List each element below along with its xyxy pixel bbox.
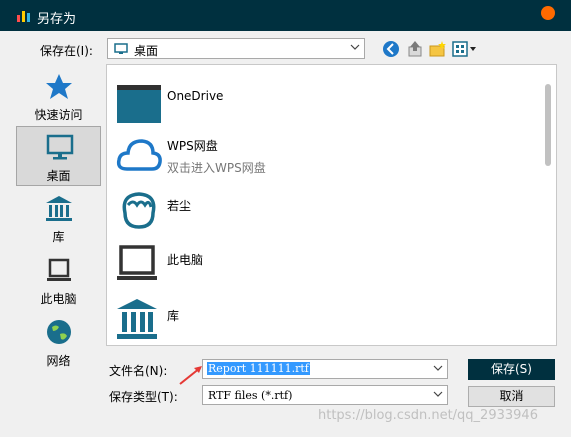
folder-icon (117, 85, 161, 123)
star-icon (46, 74, 72, 99)
cloud-icon (116, 139, 162, 171)
place-label: 网络 (46, 354, 71, 368)
filetype-select[interactable]: RTF files (*.rtf) (202, 385, 448, 405)
cancel-button[interactable]: 取消 (468, 386, 555, 407)
filename-label: 文件名(N): (109, 364, 168, 378)
laptop-icon (47, 258, 71, 281)
place-label: 桌面 (46, 169, 71, 183)
file-list[interactable]: OneDrive WPS网盘 双击进入WPS网盘 若尘 此电脑 库 (106, 64, 557, 346)
monitor-icon (114, 43, 128, 54)
filetype-value: RTF files (*.rtf) (208, 389, 293, 402)
new-folder-icon[interactable] (429, 40, 447, 58)
list-item-library[interactable]: 库 (115, 295, 535, 345)
back-icon[interactable] (382, 40, 400, 58)
place-quick-access[interactable]: 快速访问 (16, 66, 101, 126)
place-network[interactable]: 网络 (16, 312, 101, 372)
watermark-text: https://blog.csdn.net/qq_2933946 (318, 408, 538, 423)
scrollbar-thumb[interactable] (545, 84, 551, 166)
item-subtitle: 双击进入WPS网盘 (167, 161, 266, 175)
place-label: 快速访问 (34, 108, 83, 122)
library-icon (46, 196, 72, 221)
item-name: 库 (167, 309, 180, 323)
filename-input[interactable]: Report 111111.rtf (202, 359, 448, 379)
app-icon (17, 11, 30, 22)
up-folder-icon[interactable] (406, 40, 424, 58)
chevron-down-icon (350, 44, 360, 50)
item-name: WPS网盘 (167, 139, 218, 153)
places-bar: 快速访问 桌面 库 此电脑 网络 (15, 64, 102, 374)
lookin-label: 保存在(I): (40, 44, 93, 58)
list-item-this-pc[interactable]: 此电脑 (115, 239, 535, 289)
file-list-scrollbar[interactable] (545, 66, 553, 344)
place-label: 此电脑 (40, 292, 77, 306)
filename-value: Report 111111.rtf (207, 362, 310, 375)
save-button[interactable]: 保存(S) (468, 359, 555, 380)
list-item-onedrive[interactable]: OneDrive (115, 77, 535, 127)
lookin-select[interactable]: 桌面 (107, 38, 365, 59)
item-name: 若尘 (167, 199, 192, 213)
chevron-down-icon[interactable] (433, 364, 443, 372)
list-item-user[interactable]: 若尘 (115, 185, 535, 235)
view-menu-icon[interactable] (452, 40, 478, 58)
item-name: OneDrive (167, 89, 224, 103)
list-item-wps-cloud[interactable]: WPS网盘 双击进入WPS网盘 (115, 131, 535, 181)
item-name: 此电脑 (167, 253, 204, 267)
laptop-icon (117, 245, 157, 280)
monitor-icon (46, 134, 74, 160)
library-icon (117, 299, 157, 339)
chevron-down-icon (433, 391, 443, 397)
place-this-pc[interactable]: 此电脑 (16, 250, 101, 310)
lookin-value: 桌面 (134, 44, 159, 58)
close-button[interactable] (541, 6, 555, 20)
filetype-label: 保存类型(T): (109, 390, 178, 404)
globe-icon (47, 320, 71, 344)
title-bar: 另存为 (0, 0, 571, 31)
window-title: 另存为 (37, 12, 77, 27)
place-label: 库 (52, 230, 65, 244)
place-library[interactable]: 库 (16, 188, 101, 248)
arrow-annotation-icon (179, 366, 202, 385)
place-desktop[interactable]: 桌面 (16, 126, 101, 186)
user-icon (122, 192, 156, 229)
